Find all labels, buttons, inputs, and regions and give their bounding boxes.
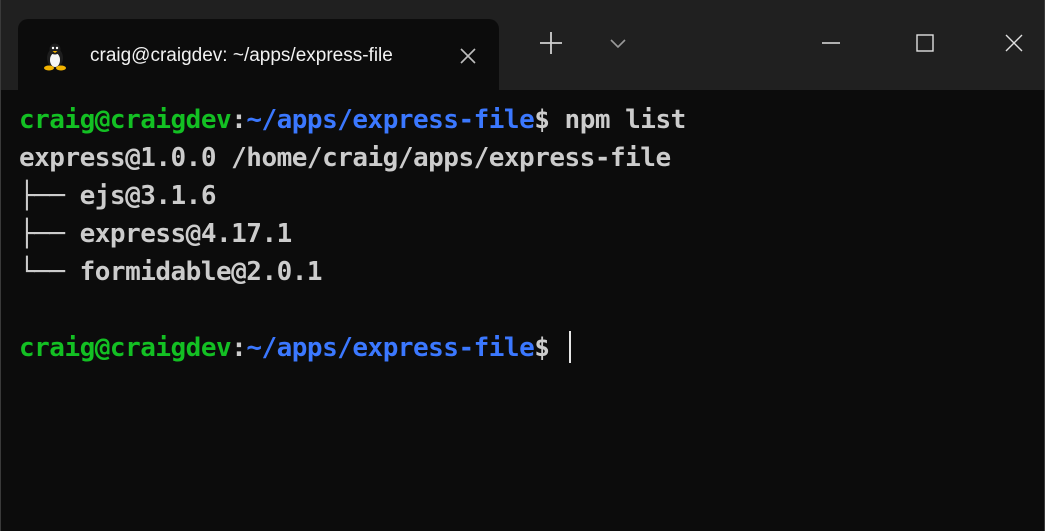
title-bar[interactable]: craig@craigdev: ~/apps/express-file (1, 0, 1044, 90)
tab-close-icon[interactable] (455, 43, 481, 69)
close-icon (1002, 31, 1026, 60)
prompt-line-1: craig@craigdev:~/apps/express-file$ npm … (19, 101, 1044, 139)
output-line: ├── express@4.17.1 (19, 219, 292, 249)
prompt-symbol: $ (534, 105, 550, 135)
plus-icon (536, 28, 566, 63)
prompt-path: ~/apps/express-file (246, 105, 535, 135)
output-line: express@1.0.0 /home/craig/apps/express-f… (19, 143, 671, 173)
prompt-user-host: craig@craigdev (19, 333, 232, 363)
maximize-icon (913, 31, 937, 60)
tab-title: craig@craigdev: ~/apps/express-file (90, 45, 393, 66)
prompt-user-host: craig@craigdev (19, 105, 232, 135)
output-line: └── formidable@2.0.1 (19, 257, 323, 287)
new-tab-button[interactable] (529, 23, 573, 67)
prompt-symbol: $ (534, 333, 565, 363)
minimize-button[interactable] (801, 20, 861, 70)
prompt-colon: : (231, 333, 247, 363)
tab-active[interactable]: craig@craigdev: ~/apps/express-file (18, 19, 499, 90)
terminal-window: craig@craigdev: ~/apps/express-file crai… (0, 0, 1045, 531)
command-text: npm list (549, 105, 687, 135)
minimize-icon (819, 31, 843, 60)
tab-dropdown-button[interactable] (596, 23, 640, 67)
text-cursor (568, 330, 571, 363)
output-line: ├── ejs@3.1.6 (19, 181, 217, 211)
prompt-line-2: craig@craigdev:~/apps/express-file$ (19, 329, 1044, 367)
chevron-down-icon (606, 31, 630, 60)
terminal-output[interactable]: craig@craigdev:~/apps/express-file$ npm … (1, 90, 1044, 531)
prompt-colon: : (231, 105, 247, 135)
close-window-button[interactable] (984, 20, 1044, 70)
linux-penguin-icon (40, 41, 70, 71)
prompt-path: ~/apps/express-file (246, 333, 535, 363)
maximize-button[interactable] (895, 20, 955, 70)
